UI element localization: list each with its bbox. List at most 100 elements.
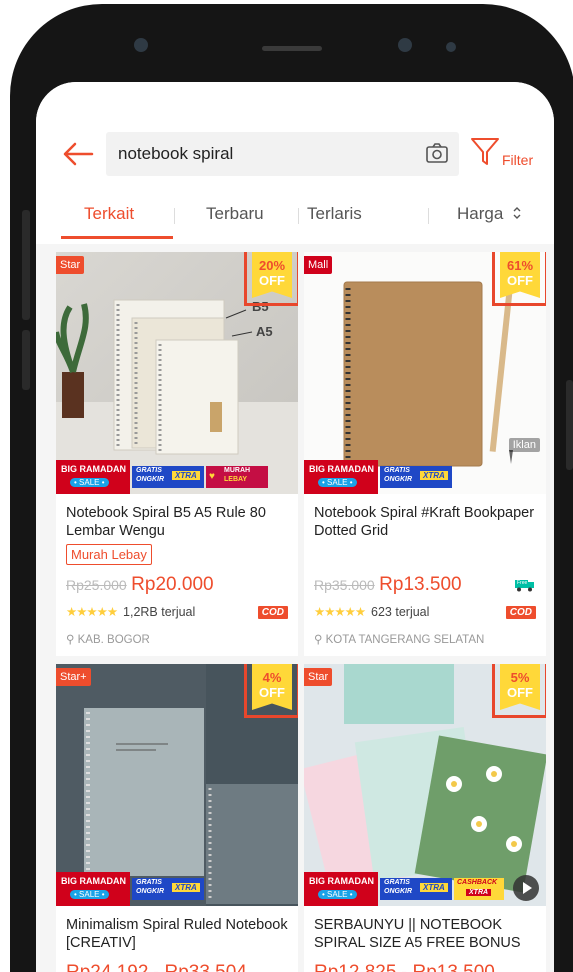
big-ramadan-text: BIG RAMADAN: [61, 876, 126, 886]
big-ramadan-badge: BIG RAMADAN • SALE •: [56, 460, 130, 494]
ongkir-text: ONGKIR: [136, 476, 164, 483]
price-from: Rp24.192: [66, 962, 148, 972]
price-row: Rp25.000 Rp20.000: [66, 574, 214, 596]
play-video-icon[interactable]: [512, 874, 540, 902]
ongkir-text: ONGKIR: [384, 888, 412, 895]
gratis-text: GRATIS: [136, 467, 162, 474]
free-label: Free: [517, 580, 528, 586]
promo-banner: BIG RAMADAN • SALE • GRATIS ONGKIR XTRA …: [304, 872, 546, 906]
location-pin-icon: ⚲: [66, 634, 75, 646]
xtra-text: XTRA: [466, 889, 492, 896]
active-tab-indicator: [61, 236, 173, 239]
product-title: Minimalism Spiral Ruled Notebook [CREATI…: [66, 917, 288, 951]
rating-stars: ★★★★★: [314, 605, 366, 619]
big-ramadan-text: BIG RAMADAN: [309, 876, 374, 886]
phone-side-button: [22, 210, 30, 320]
gratis-text: GRATIS: [136, 879, 162, 886]
big-ramadan-badge: BIG RAMADAN • SALE •: [304, 460, 378, 494]
sold-count: 1,2RB terjual: [123, 605, 196, 619]
gratis-ongkir-badge: GRATIS ONGKIR XTRA: [132, 878, 204, 900]
location-text: KOTA TANGERANG SELATAN: [325, 634, 485, 646]
price-range-dash: -: [153, 962, 165, 972]
rating-row: ★★★★★ 623 terjual: [314, 604, 429, 619]
xtra-text: XTRA: [420, 883, 448, 892]
price-range: Rp12.825 - Rp13.500: [314, 962, 495, 972]
xtra-text: XTRA: [172, 883, 200, 892]
product-card[interactable]: B5 A5 BIG RAMADAN • SALE • GRATIS ONGKIR…: [56, 252, 298, 656]
heart-icon: ♥: [209, 471, 215, 482]
search-input[interactable]: notebook spiral: [106, 132, 459, 176]
product-title: Notebook Spiral #Kraft Bookpaper Dotted …: [314, 505, 535, 539]
star-badge: Star: [304, 668, 333, 686]
location: ⚲ KOTA TANGERANG SELATAN: [314, 632, 484, 646]
tab-terbaru[interactable]: Terbaru: [206, 204, 264, 224]
sale-text: • SALE •: [70, 890, 109, 899]
product-card[interactable]: BIG RAMADAN • SALE • GRATIS ONGKIR XTRA …: [56, 664, 298, 972]
gratis-ongkir-badge: GRATIS ONGKIR XTRA: [380, 466, 452, 488]
promo-banner: BIG RAMADAN • SALE • GRATIS ONGKIR XTRA: [304, 460, 546, 494]
rating-row: ★★★★★ 1,2RB terjual: [66, 604, 195, 619]
discount-highlight-box: [244, 252, 298, 306]
phone-side-button: [566, 380, 573, 470]
product-title: SERBAUNYU || NOTEBOOK SPIRAL SIZE A5 FRE…: [314, 917, 521, 951]
star-badge: Star: [56, 256, 85, 274]
sensor-icon: [398, 38, 412, 52]
big-ramadan-badge: BIG RAMADAN • SALE •: [56, 872, 130, 906]
sale-price: Rp20.000: [131, 574, 214, 595]
big-ramadan-text: BIG RAMADAN: [309, 464, 374, 474]
front-camera-icon: [134, 38, 148, 52]
xtra-text: XTRA: [420, 471, 448, 480]
sold-count: 623 terjual: [371, 605, 430, 619]
tab-divider: [174, 208, 175, 224]
product-title: Notebook Spiral B5 A5 Rule 80 Lembar Wen…: [66, 505, 266, 539]
murah-lebay-badge: ♥ MURAH LEBAY: [206, 466, 268, 488]
big-ramadan-text: BIG RAMADAN: [61, 464, 126, 474]
rating-stars: ★★★★★: [66, 605, 118, 619]
big-ramadan-badge: BIG RAMADAN • SALE •: [304, 872, 378, 906]
original-price: Rp35.000: [314, 577, 375, 593]
cashback-xtra-badge: CASHBACK XTRA: [454, 878, 504, 900]
star-plus-badge: Star+: [56, 668, 91, 686]
sort-arrows-icon: [513, 207, 521, 219]
product-card[interactable]: Iklan BIG RAMADAN • SALE • GRATIS ONGKIR…: [304, 252, 546, 656]
discount-highlight-box: [244, 664, 298, 718]
search-header: notebook spiral Filter Terkait Terbaru T…: [36, 82, 554, 244]
discount-highlight-box: [492, 252, 546, 306]
tab-harga[interactable]: Harga: [457, 204, 522, 224]
price-to: Rp33.504: [164, 962, 246, 972]
phone-speaker: [262, 46, 322, 51]
promo-banner: BIG RAMADAN • SALE • GRATIS ONGKIR XTRA: [56, 872, 298, 906]
ad-label: Iklan: [508, 438, 540, 452]
filter-button[interactable]: Filter: [466, 134, 546, 174]
cod-badge: COD: [505, 606, 536, 619]
tab-terkait[interactable]: Terkait: [84, 204, 134, 224]
camera-icon[interactable]: [426, 143, 448, 163]
filter-label: Filter: [502, 152, 534, 168]
phone-side-button: [22, 330, 30, 390]
sale-price: Rp13.500: [379, 574, 462, 595]
filter-icon: [471, 138, 499, 165]
location-pin-icon: ⚲: [314, 634, 323, 646]
image-label: A5: [256, 324, 273, 339]
gratis-text: GRATIS: [384, 879, 410, 886]
back-arrow-icon[interactable]: [62, 142, 94, 166]
lebay-text: LEBAY: [224, 476, 248, 483]
gratis-ongkir-badge: GRATIS ONGKIR XTRA: [132, 466, 204, 488]
app-screen: notebook spiral Filter Terkait Terbaru T…: [36, 82, 554, 972]
cashback-text: CASHBACK: [457, 879, 498, 886]
sale-text: • SALE •: [318, 478, 357, 487]
discount-highlight-box: [492, 664, 546, 718]
sort-tabs: Terkait Terbaru Terlaris Harga: [36, 192, 554, 240]
location-text: KAB. BOGOR: [77, 634, 150, 646]
free-shipping-truck-icon: Free: [514, 578, 536, 592]
ongkir-text: ONGKIR: [384, 476, 412, 483]
price-row: Rp35.000 Rp13.500: [314, 574, 462, 596]
ongkir-text: ONGKIR: [136, 888, 164, 895]
price-from: Rp12.825: [314, 962, 396, 972]
tab-terlaris[interactable]: Terlaris: [307, 204, 362, 224]
product-card[interactable]: BIG RAMADAN • SALE • GRATIS ONGKIR XTRA …: [304, 664, 546, 972]
cod-badge: COD: [257, 606, 288, 619]
tab-harga-label: Harga: [457, 204, 504, 223]
original-price: Rp25.000: [66, 577, 127, 593]
mall-badge: Mall: [304, 256, 333, 274]
